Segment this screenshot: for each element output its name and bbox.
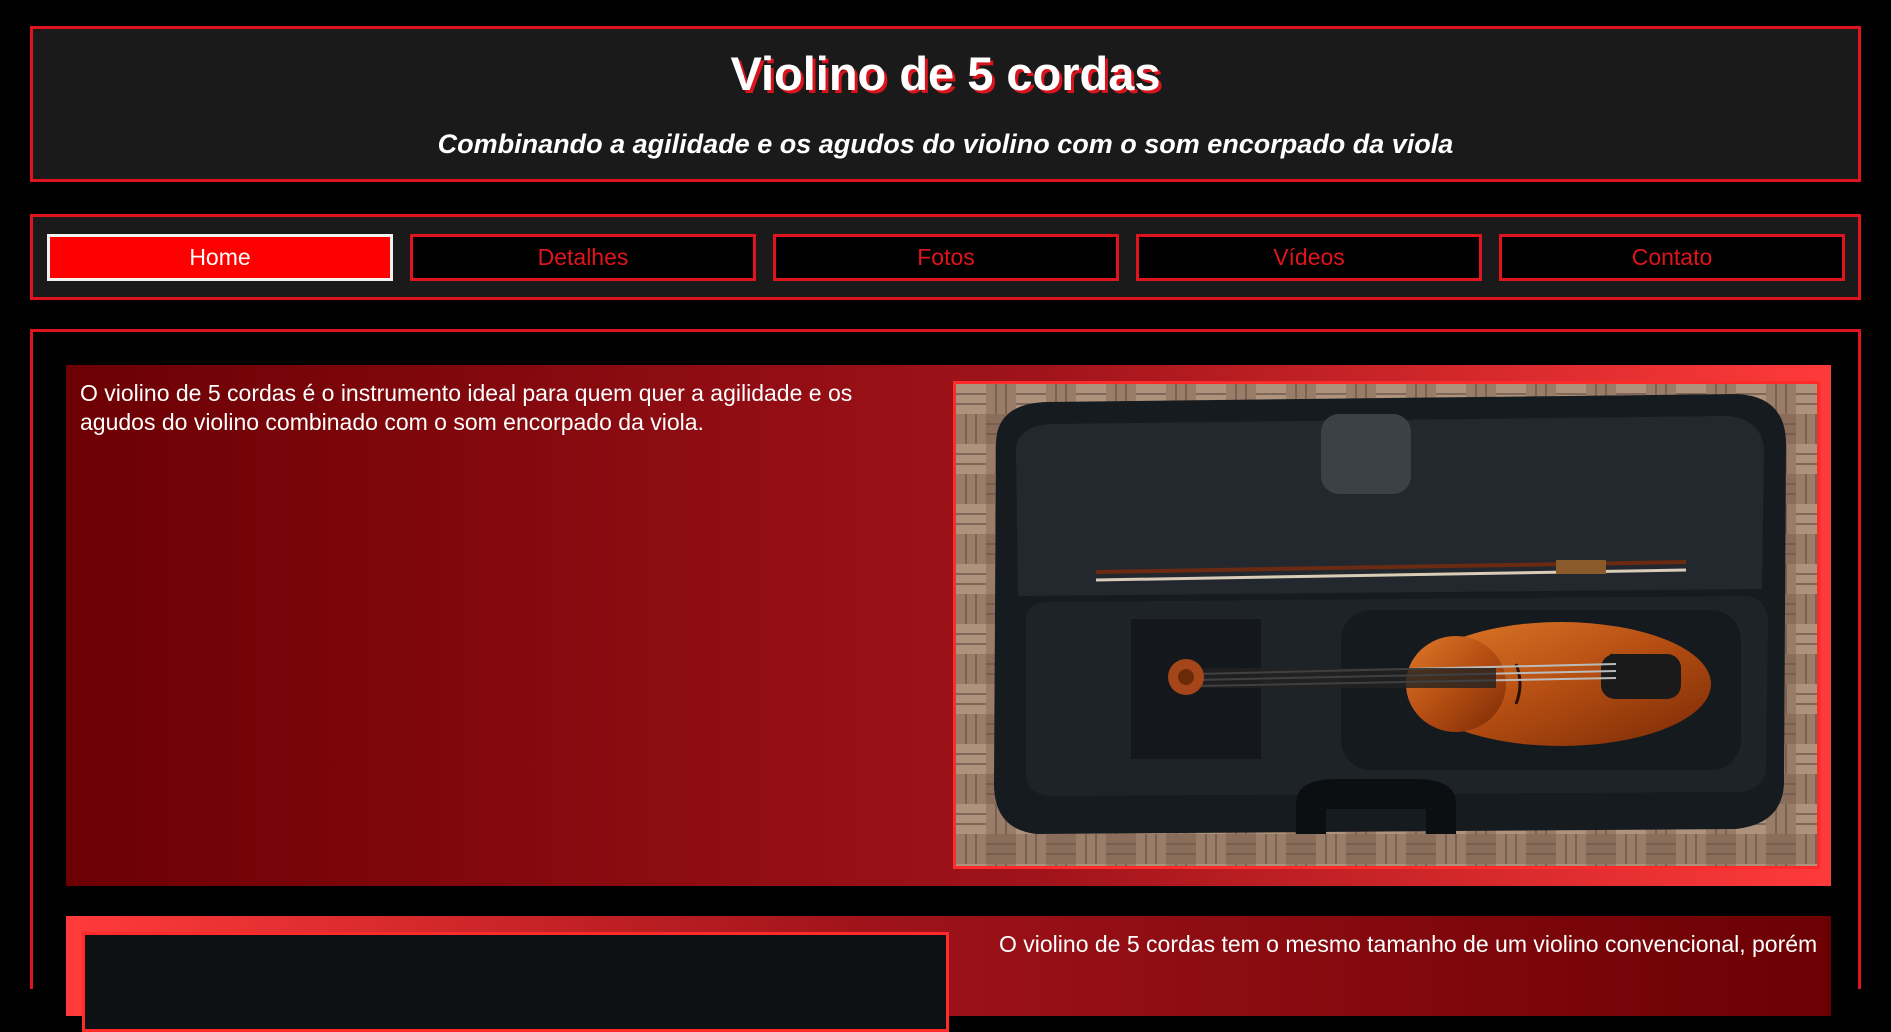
nav-contato-button[interactable]: Contato <box>1499 234 1845 281</box>
nav-fotos-button[interactable]: Fotos <box>773 234 1119 281</box>
second-photo <box>82 932 949 1032</box>
page-subtitle: Combinando a agilidade e os agudos do vi… <box>437 129 1454 159</box>
violin-case-photo <box>953 381 1820 869</box>
page-header: Violino de 5 cordas Combinando a agilida… <box>30 26 1861 182</box>
page-title: Violino de 5 cordas <box>730 47 1161 100</box>
nav-videos-button[interactable]: Vídeos <box>1136 234 1482 281</box>
nav-home-button[interactable]: Home <box>47 234 393 281</box>
nav-detalhes-button[interactable]: Detalhes <box>410 234 756 281</box>
intro-text: O violino de 5 cordas é o instrumento id… <box>80 380 853 435</box>
details-text: O violino de 5 cordas tem o mesmo tamanh… <box>999 931 1818 957</box>
details-section: O violino de 5 cordas tem o mesmo tamanh… <box>66 916 1831 1032</box>
main-nav: Home Detalhes Fotos Vídeos Contato <box>30 214 1861 300</box>
intro-section: O violino de 5 cordas é o instrumento id… <box>66 365 1831 886</box>
main-content: O violino de 5 cordas é o instrumento id… <box>30 329 1861 1032</box>
